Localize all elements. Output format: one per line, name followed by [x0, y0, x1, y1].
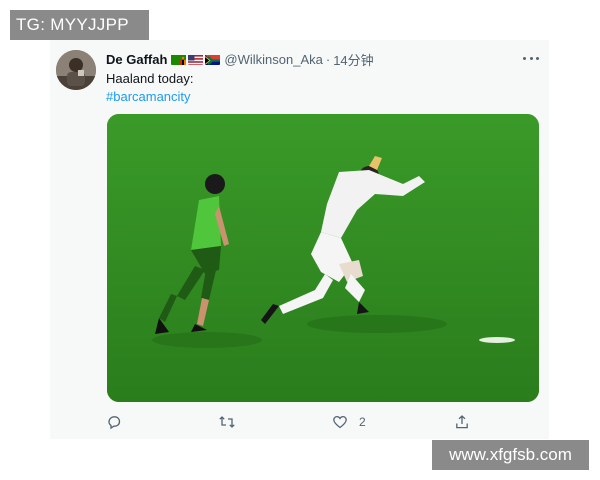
share-button[interactable]: [454, 411, 470, 433]
avatar[interactable]: [56, 50, 96, 90]
heart-icon: [332, 414, 348, 430]
us-flag-icon: [188, 54, 204, 65]
like-count: 2: [359, 415, 366, 429]
author-name[interactable]: De Gaffah: [106, 52, 167, 67]
author-handle[interactable]: @Wilkinson_Aka: [224, 52, 322, 67]
watermark-bottom: www.xfgfsb.com: [432, 440, 589, 470]
watermark-top: TG: MYYJJPP: [10, 10, 149, 40]
more-icon[interactable]: [523, 52, 539, 64]
tweet-card[interactable]: De Gaffah @Wilkinson_Aka · 14分钟 Haaland …: [50, 40, 549, 439]
retweet-button[interactable]: [218, 411, 236, 433]
hashtag-link[interactable]: #barcamancity: [106, 88, 191, 106]
zambia-flag-icon: [171, 54, 187, 65]
south-africa-flag-icon: [205, 54, 221, 65]
like-button[interactable]: 2: [332, 411, 366, 433]
tweet-header: De Gaffah @Wilkinson_Aka · 14分钟: [106, 50, 374, 68]
flag-emojis: [171, 54, 221, 65]
retweet-icon: [218, 414, 236, 430]
reply-button[interactable]: [106, 411, 122, 433]
tweet-text: Haaland today:: [106, 71, 194, 86]
share-icon: [454, 414, 470, 430]
tweet-media-image[interactable]: [107, 114, 539, 402]
reply-icon: [106, 414, 122, 430]
tweet-actions: 2: [106, 411, 486, 433]
tweet-timestamp[interactable]: 14分钟: [333, 50, 373, 69]
header-separator: ·: [325, 51, 331, 67]
